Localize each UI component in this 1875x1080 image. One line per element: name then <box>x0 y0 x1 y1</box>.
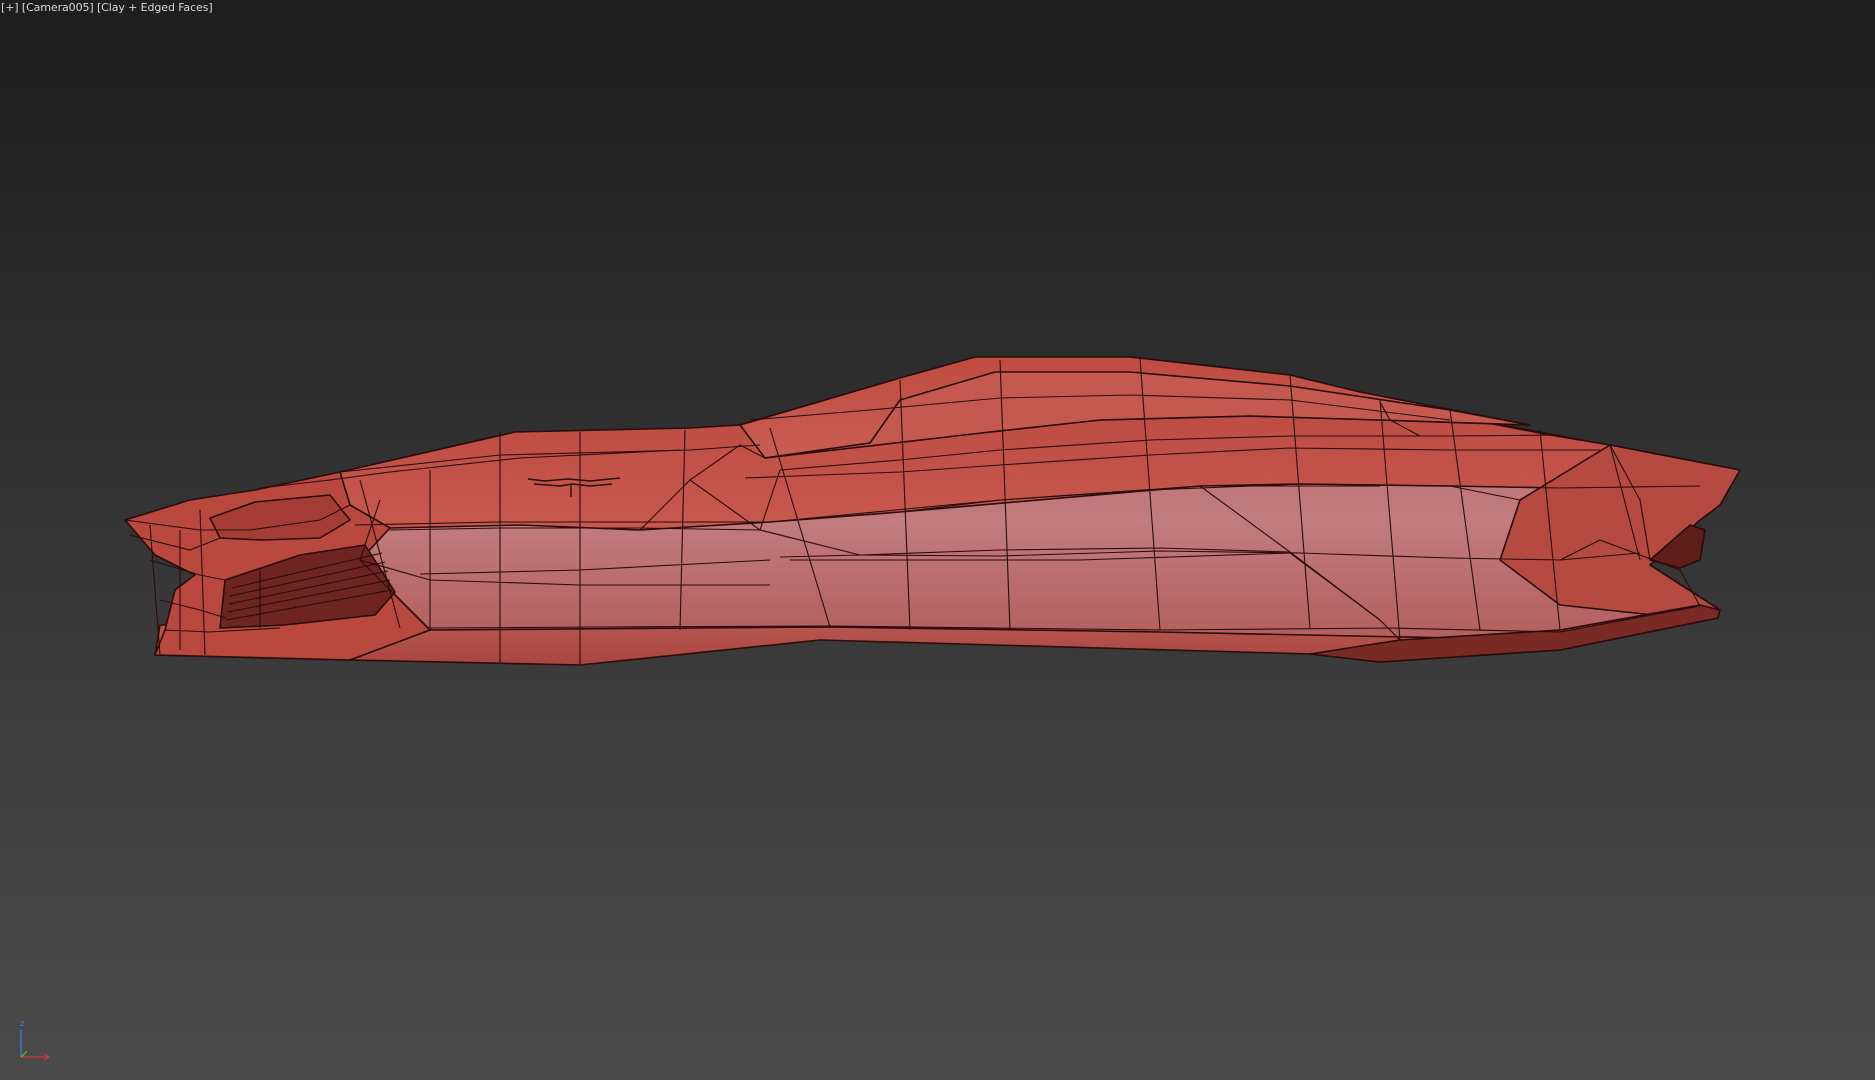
car-body <box>124 356 1741 666</box>
car-model[interactable] <box>0 0 1875 1080</box>
viewport-camera005[interactable]: [+] [Camera005] [Clay + Edged Faces] z <box>0 0 1875 1080</box>
axis-y-line <box>20 1050 28 1058</box>
axis-z-label: z <box>20 1019 24 1028</box>
axis-gizmo: z <box>20 1019 50 1061</box>
